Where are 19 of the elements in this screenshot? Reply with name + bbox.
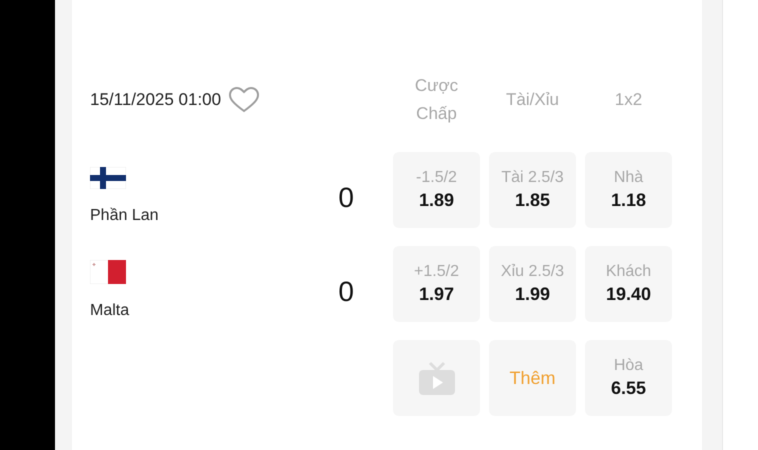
odds-button[interactable]: Nhà 1.18 [585,152,672,228]
team-name: Malta [90,302,130,320]
column-header: Tài/Xỉu [505,89,560,111]
heart-icon[interactable] [229,87,260,113]
odds-button[interactable]: Xỉu 2.5/3 1.99 [489,246,576,322]
column-header: 1x2 [614,89,644,111]
flag-icon [90,167,126,189]
flag-icon [90,260,126,284]
odds-button[interactable]: Khách 19.40 [585,246,672,322]
odds-button[interactable]: +1.5/2 1.97 [393,246,480,322]
team-score: 0 [338,181,354,214]
tv-icon[interactable] [418,361,454,395]
team-score: 0 [338,275,354,308]
odds-button[interactable]: -1.5/2 1.89 [393,152,480,228]
team-name: Phần Lan [90,207,159,225]
match-datetime: 15/11/2025 01:00 [90,90,222,110]
odds-button[interactable]: Hòa 6.55 [585,340,672,416]
odds-button[interactable]: Tài 2.5/3 1.85 [489,152,576,228]
column-header: Cược Chấp [414,75,460,125]
